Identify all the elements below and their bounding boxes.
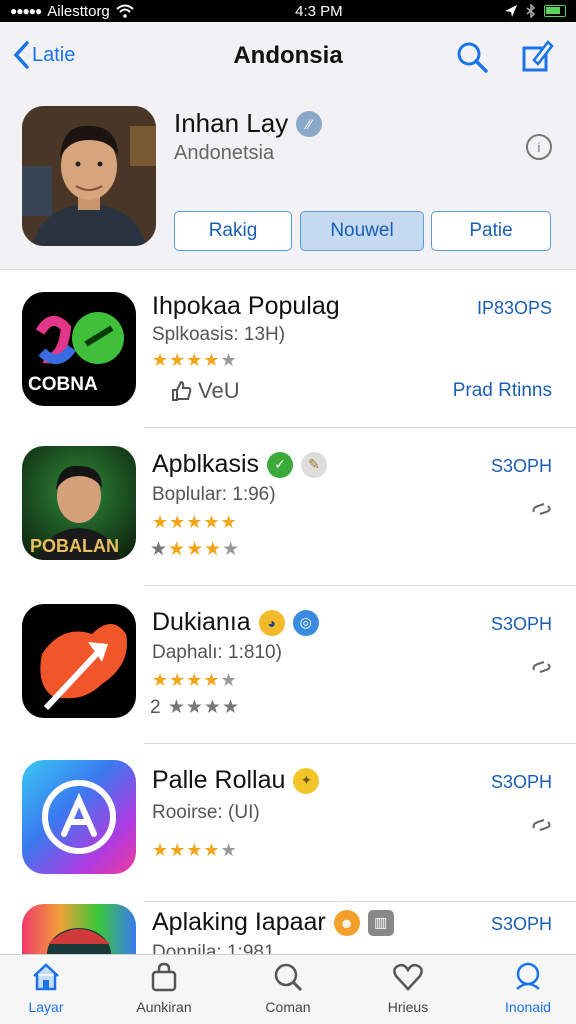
smile-badge-icon: ☻ — [333, 909, 360, 936]
svg-text:COBNA: COBNA — [28, 374, 98, 395]
signal-dots-icon: ●●●●● — [10, 4, 42, 18]
secondary-rating: 2 ★★★★ — [150, 697, 240, 718]
secondary-rating-prefix: 2 — [150, 697, 162, 718]
tab-hrieus[interactable]: Hrieus — [358, 961, 458, 1021]
app-name: Palle Rollau ✦ — [152, 766, 320, 795]
price-label[interactable]: IP83OPS — [477, 298, 552, 319]
tab-bar: Layar Aunkiran Coman Hrieus Inonaid — [0, 954, 576, 1024]
segment-rakig[interactable]: Rakig — [174, 211, 292, 251]
heart-icon — [393, 963, 423, 991]
search-icon[interactable] — [455, 40, 489, 74]
share-link-icon[interactable] — [530, 814, 552, 836]
like-row[interactable]: VeU — [170, 378, 240, 404]
price-label[interactable]: S3OPH — [491, 614, 552, 635]
list-item[interactable]: COBNA Ihpokaa Populag Splkoasis: 13H) ★★… — [0, 270, 576, 428]
app-name: Dukianıa ◕ ◎ — [152, 608, 319, 637]
location-icon — [505, 5, 517, 17]
app-name-text: Aplaking Iapaar — [152, 908, 326, 936]
share-link-icon[interactable] — [530, 656, 552, 678]
app-name-text: Apblkasis — [152, 450, 259, 478]
app-subtitle: Splkoasis: 13H) — [152, 324, 286, 345]
app-subtitle: Boplular: 1:96) — [152, 484, 276, 505]
segment-patie[interactable]: Patie — [431, 211, 551, 251]
tab-layar[interactable]: Layar — [0, 961, 96, 1021]
profile-avatar — [22, 106, 156, 246]
profile-name-text: Inhan Lay — [174, 108, 289, 138]
pencil-badge-icon: ✎ — [301, 451, 327, 478]
share-link-icon[interactable] — [530, 498, 552, 520]
segment-nouwel[interactable]: Nouwel — [300, 211, 424, 251]
app-icon — [22, 904, 136, 954]
bluetooth-icon — [526, 4, 536, 18]
wifi-icon — [116, 4, 134, 18]
like-label: VeU — [198, 378, 240, 403]
profile-name: Inhan Lay ⁄⁄ — [174, 108, 323, 139]
action-link[interactable]: Prad Rtinns — [453, 380, 552, 402]
tab-label: Layar — [28, 999, 64, 1015]
tab-inonaid[interactable]: Inonaid — [478, 961, 576, 1021]
app-icon — [22, 760, 136, 874]
status-bar: ●●●●● Ailesttorg 4:3 PM — [0, 0, 576, 22]
price-label[interactable]: S3OPH — [491, 914, 552, 935]
app-name-text: Ihpokaa Populag — [152, 292, 340, 320]
page-title: Andonsia — [233, 42, 343, 69]
compose-icon[interactable] — [520, 38, 554, 74]
app-subtitle: Donnila: 1:981 — [152, 942, 275, 954]
app-icon: POBALAN — [22, 446, 136, 560]
search-icon — [274, 963, 303, 992]
carrier-label: Ailesttorg — [47, 2, 110, 20]
profile-header: Latie Andonsia Inhan Lay ⁄⁄ Andonetsia i… — [0, 22, 576, 270]
app-subtitle: Daphalı: 1:810) — [152, 642, 282, 663]
house-icon — [33, 963, 59, 991]
list-item[interactable]: Dukianıa ◕ ◎ Daphalı: 1:810) ★★★★★ 2 ★★★… — [0, 586, 576, 744]
nav-bar: Latie Andonsia — [0, 30, 576, 80]
secondary-rating: ★★★★★ — [150, 539, 241, 560]
tab-coman[interactable]: Coman — [238, 961, 338, 1021]
app-name: Ihpokaa Populag — [152, 292, 340, 321]
battery-icon — [544, 5, 566, 17]
grid-badge-icon: ▥ — [367, 909, 394, 936]
price-label[interactable]: S3OPH — [491, 772, 552, 793]
emoji-badge-icon: ◕ — [258, 609, 285, 636]
tab-aunkiran[interactable]: Aunkiran — [114, 961, 214, 1021]
tab-label: Inonaid — [505, 999, 551, 1015]
app-subtitle: Rooirse: (UI) — [152, 802, 260, 823]
star-rating: ★★★★★ — [152, 670, 238, 690]
info-badge-icon: ◎ — [292, 609, 319, 636]
status-time: 4:3 PM — [295, 2, 343, 20]
person-icon — [516, 962, 540, 990]
tab-label: Coman — [265, 999, 311, 1015]
app-list: COBNA Ihpokaa Populag Splkoasis: 13H) ★★… — [0, 270, 576, 954]
app-name-text: Palle Rollau — [152, 766, 286, 794]
svg-text:POBALAN: POBALAN — [30, 536, 119, 556]
tab-label: Aunkiran — [136, 999, 192, 1015]
app-name: Aplaking Iapaar ☻ ▥ — [152, 908, 394, 937]
app-icon — [22, 604, 136, 718]
app-name-text: Dukianıa — [152, 608, 251, 636]
info-icon[interactable]: i — [526, 134, 552, 160]
star-rating: ★★★★★ — [152, 512, 238, 532]
app-icon: COBNA — [22, 292, 136, 406]
bag-icon — [151, 962, 177, 992]
list-item[interactable]: Palle Rollau ✦ Rooirse: (UI) ★★★★★ S3OPH — [0, 744, 576, 902]
list-item[interactable]: Aplaking Iapaar ☻ ▥ Donnila: 1:981 S3OPH — [0, 902, 576, 954]
star-badge-icon: ✦ — [293, 767, 320, 794]
thumbs-up-icon — [172, 380, 192, 401]
tab-label: Hrieus — [387, 999, 429, 1015]
price-label[interactable]: S3OPH — [491, 456, 552, 477]
star-rating: ★★★★★ — [152, 350, 238, 370]
check-badge-icon: ✓ — [267, 451, 293, 478]
app-name: Apblkasis ✓ ✎ — [152, 450, 327, 479]
list-item[interactable]: POBALAN Apblkasis ✓ ✎ Boplular: 1:96) ★★… — [0, 428, 576, 586]
verified-icon: ⁄⁄ — [296, 110, 323, 137]
star-rating: ★★★★★ — [152, 840, 238, 860]
profile-subtitle: Andonetsia — [174, 142, 275, 164]
